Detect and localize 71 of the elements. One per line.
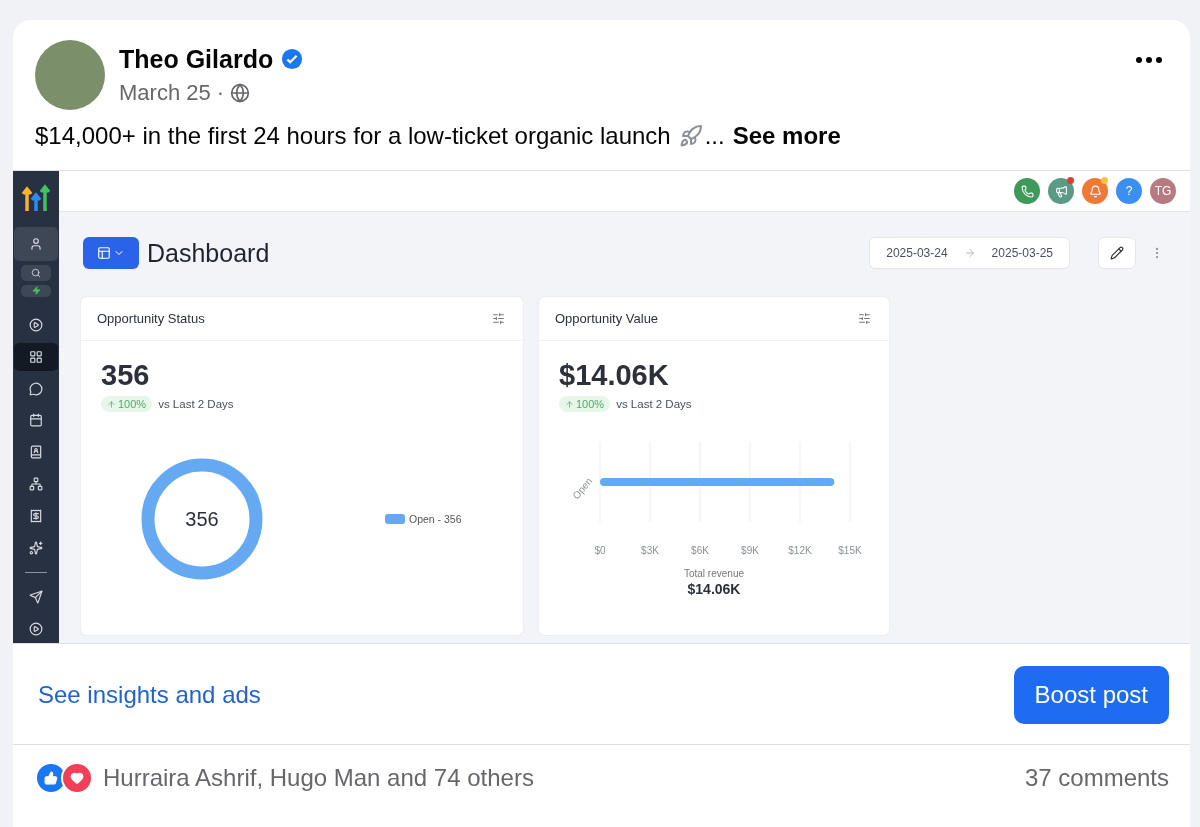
filter-icon[interactable] xyxy=(492,312,505,325)
widget-title: Opportunity Status xyxy=(97,311,205,326)
metric-value: $14.06K xyxy=(558,358,670,392)
notification-dot xyxy=(1101,177,1108,184)
thumbs-up-icon xyxy=(44,771,58,785)
arrow-right-icon xyxy=(963,247,976,259)
phone-icon xyxy=(1020,184,1034,198)
notification-dot xyxy=(1067,177,1074,184)
filter-icon[interactable] xyxy=(858,312,871,325)
donut-center-value: 356 xyxy=(185,508,219,530)
view-switch-button[interactable] xyxy=(83,237,139,269)
total-value: $14.06K xyxy=(687,581,741,597)
axis-tick-label: $15K xyxy=(838,545,862,556)
edit-button[interactable] xyxy=(1098,237,1136,269)
insights-link[interactable]: See insights and ads xyxy=(38,681,261,709)
post-date[interactable]: March 25 xyxy=(119,79,211,106)
profile-button[interactable] xyxy=(14,226,58,261)
date-range-field[interactable]: 2025-03-24 2025-03-25 xyxy=(869,237,1070,269)
comments-count[interactable]: 37 comments xyxy=(1024,764,1169,792)
see-more-link[interactable]: See more xyxy=(724,122,841,150)
axis-tick-label: $0 xyxy=(594,545,606,556)
axis-tick-label: $12K xyxy=(788,545,812,556)
receipt-icon xyxy=(29,509,43,524)
phone-button[interactable] xyxy=(1014,178,1040,204)
total-label: Total revenue xyxy=(683,568,744,579)
comparison-text: vs Last 2 Days xyxy=(158,398,234,410)
post-text: $14,000+ in the first 24 hours for a low-ticket organic launch xyxy=(35,122,671,150)
heart-icon xyxy=(70,771,84,785)
change-badge: 100% xyxy=(559,396,611,412)
comparison-text: vs Last 2 Days xyxy=(616,398,692,410)
play-icon xyxy=(29,622,43,636)
help-button[interactable]: ? xyxy=(1116,178,1142,204)
network-icon xyxy=(29,477,43,492)
send-icon xyxy=(29,590,43,605)
axis-tick-label: $9K xyxy=(741,545,759,556)
globe-icon xyxy=(230,82,251,103)
legend-swatch xyxy=(385,514,405,524)
bell-icon xyxy=(1088,184,1102,198)
metric-value: 356 xyxy=(100,358,151,392)
reaction-names[interactable]: Hurraira Ashrif, Hugo Man and 74 others xyxy=(103,764,534,792)
layout-icon xyxy=(97,246,111,260)
quick-action-button[interactable] xyxy=(21,284,51,297)
user-icon xyxy=(29,236,43,251)
page-title: Dashboard xyxy=(147,238,271,268)
contacts-icon xyxy=(29,445,43,460)
megaphone-button[interactable] xyxy=(1048,178,1074,204)
more-icon xyxy=(1136,57,1162,63)
search-icon xyxy=(31,267,41,278)
bell-button[interactable] xyxy=(1082,178,1108,204)
megaphone-icon xyxy=(1054,184,1068,198)
chat-icon xyxy=(29,381,43,396)
widget-title: Opportunity Value xyxy=(555,311,659,326)
axis-tick-label: $3K xyxy=(641,545,659,556)
pencil-icon xyxy=(1110,246,1124,260)
separator-dot: · xyxy=(216,79,225,106)
grid-icon xyxy=(29,349,43,364)
author-name[interactable]: Theo Gilardo xyxy=(119,44,274,74)
sparkles-icon xyxy=(29,541,43,556)
boost-post-button[interactable]: Boost post xyxy=(1013,666,1169,724)
arrow-up-icon xyxy=(565,399,574,409)
rocket-icon xyxy=(678,124,703,148)
axis-tick-label: $6K xyxy=(691,545,709,556)
change-badge: 100% xyxy=(101,396,153,412)
search-button[interactable] xyxy=(21,264,51,281)
arrow-up-icon xyxy=(107,399,116,409)
legend-label: Open - 356 xyxy=(409,513,462,525)
ellipsis-text: ... xyxy=(704,122,725,150)
calendar-icon xyxy=(29,413,43,428)
sidebar-item[interactable] xyxy=(14,342,58,371)
user-avatar[interactable]: TG xyxy=(1150,178,1176,204)
lightning-icon xyxy=(31,286,41,296)
